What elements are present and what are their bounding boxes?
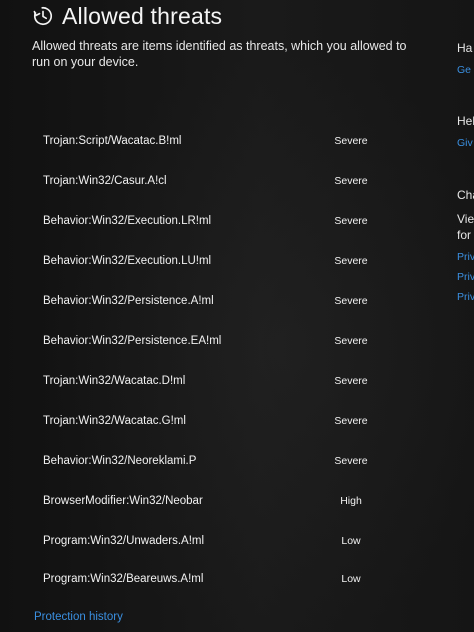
threat-name: Behavior:Win32/Execution.LR!ml [43,215,212,227]
side-text: Vie [457,212,474,226]
side-link[interactable]: Priv [457,291,474,303]
threat-name: Trojan:Win32/Wacatac.G!ml [43,415,186,427]
side-link[interactable]: Ge [457,64,471,76]
threat-row[interactable]: Behavior:Win32/Execution.LR!ml Severe [0,202,420,242]
side-link[interactable]: Priv [457,271,474,283]
history-icon [33,6,53,26]
threat-row[interactable]: Behavior:Win32/Persistence.EA!ml Severe [0,322,420,362]
threat-severity: Severe [334,215,368,227]
side-heading: Hel [457,114,474,128]
side-heading: Cha [457,188,474,202]
threat-row[interactable]: Behavior:Win32/Execution.LU!ml Severe [0,242,420,282]
threat-severity: High [340,495,362,507]
threat-severity: Severe [334,175,368,187]
threat-name: Program:Win32/Beareuws.A!ml [43,573,204,585]
page-description: Allowed threats are items identified as … [32,39,407,69]
threat-severity: Severe [334,295,368,307]
protection-history-link[interactable]: Protection history [34,611,123,623]
windows-security-window: Allowed threats Allowed threats are item… [0,0,474,632]
threat-row[interactable]: Trojan:Win32/Wacatac.G!ml Severe [0,402,420,442]
side-text: for [457,228,472,242]
threat-severity: Severe [334,335,368,347]
threat-row[interactable]: Trojan:Win32/Casur.A!cl Severe [0,162,420,202]
threat-name: BrowserModifier:Win32/Neobar [43,495,203,507]
threat-row[interactable]: BrowserModifier:Win32/Neobar High [0,482,420,522]
page-title: Allowed threats [62,2,223,29]
right-side-panel: Ha Ge Hel Giv Cha Vie for Priv Priv Priv [452,0,474,632]
threat-name: Trojan:Script/Wacatac.B!ml [43,135,182,147]
threat-name: Behavior:Win32/Persistence.A!ml [43,295,214,307]
threat-row[interactable]: Program:Win32/Unwaders.A!ml Low [0,522,420,562]
threat-name: Behavior:Win32/Persistence.EA!ml [43,335,222,347]
side-link[interactable]: Giv [457,137,473,149]
threat-row[interactable]: Behavior:Win32/Persistence.A!ml Severe [0,282,420,322]
threat-severity: Severe [334,455,368,467]
threat-severity: Severe [334,415,368,427]
threat-severity: Severe [334,375,368,387]
side-link[interactable]: Priv [457,251,474,263]
threat-row[interactable]: Program:Win32/Beareuws.A!ml Low [0,560,420,600]
threat-severity: Low [341,573,361,585]
threat-name: Behavior:Win32/Execution.LU!ml [43,255,212,267]
threat-name: Trojan:Win32/Wacatac.D!ml [43,375,186,387]
threat-severity: Low [341,535,361,547]
threat-severity: Severe [334,255,368,267]
threat-row[interactable]: Trojan:Script/Wacatac.B!ml Severe [0,122,420,162]
threat-name: Program:Win32/Unwaders.A!ml [43,535,205,547]
threat-name: Trojan:Win32/Casur.A!cl [43,175,167,187]
side-heading: Ha [457,41,473,55]
page-header: Allowed threats [32,2,222,30]
threat-row[interactable]: Behavior:Win32/Neoreklami.P Severe [0,442,420,482]
threat-name: Behavior:Win32/Neoreklami.P [43,455,197,467]
threat-severity: Severe [334,135,368,147]
threat-row[interactable]: Trojan:Win32/Wacatac.D!ml Severe [0,362,420,402]
